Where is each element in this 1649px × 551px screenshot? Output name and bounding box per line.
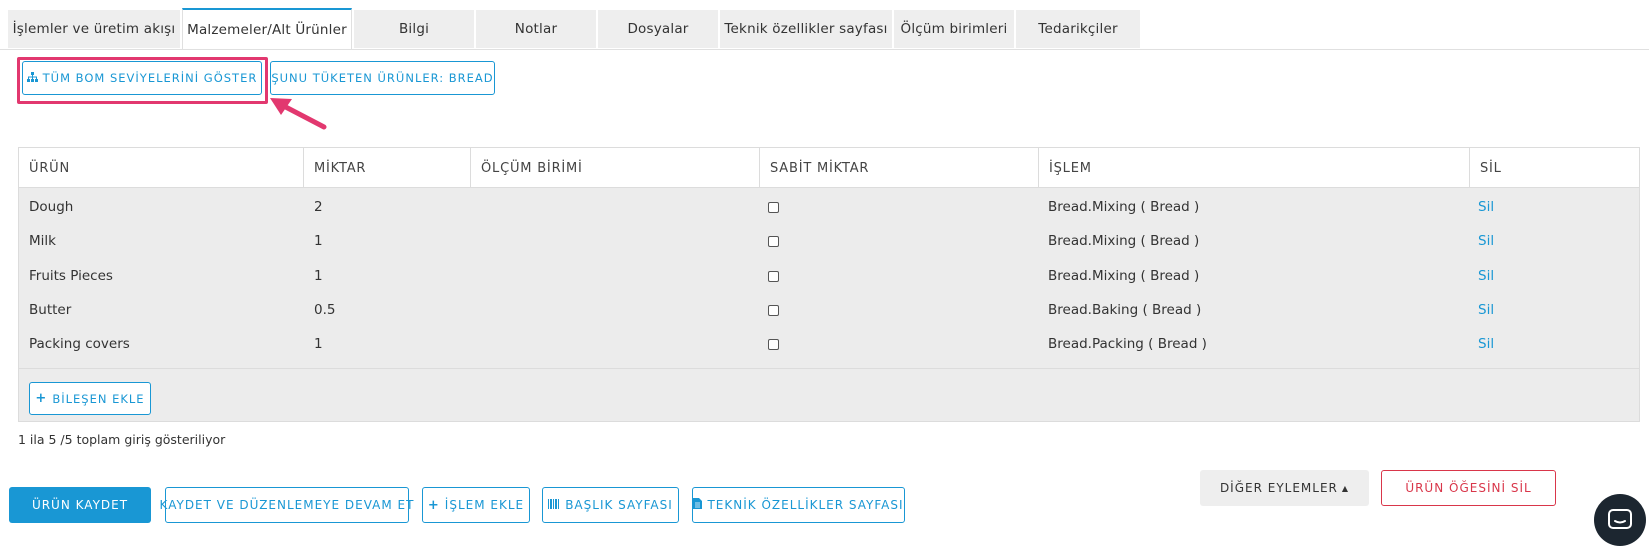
sitemap-icon: [26, 71, 38, 85]
cell-unit: [471, 258, 481, 294]
fixed-quantity-checkbox[interactable]: [768, 201, 779, 213]
table-row: Milk 1 Bread.Mixing ( Bread ) Sil: [19, 223, 1639, 259]
fixed-quantity-checkbox[interactable]: [768, 235, 779, 247]
cell-product: Fruits Pieces: [29, 268, 113, 284]
tech-specs-page-button[interactable]: TEKNİK ÖZELLİKLER SAYFASI: [692, 487, 905, 523]
file-icon: [693, 498, 703, 512]
cell-operation: Bread.Mixing ( Bread ): [1048, 268, 1200, 284]
cell-unit: [471, 292, 481, 328]
cell-quantity: 1: [314, 336, 323, 352]
tab-materials[interactable]: Malzemeler/Alt Ürünler: [182, 8, 352, 49]
plus-icon: +: [427, 497, 440, 513]
cell-operation: Bread.Packing ( Bread ): [1048, 336, 1207, 352]
delete-link[interactable]: Sil: [1468, 223, 1494, 259]
cell-product: Dough: [29, 199, 74, 215]
cell-product: Butter: [29, 302, 72, 318]
cell-quantity: 1: [314, 268, 323, 284]
tab-info[interactable]: Bilgi: [354, 10, 474, 48]
tab-files[interactable]: Dosyalar: [598, 10, 718, 48]
column-header-delete: SİL: [1480, 160, 1502, 176]
cell-quantity: 1: [314, 233, 323, 249]
save-product-label: ÜRÜN KAYDET: [31, 498, 129, 512]
tab-notes[interactable]: Notlar: [476, 10, 596, 48]
column-header-product: ÜRÜN: [19, 148, 304, 188]
consuming-products-label: ŞUNU TÜKETEN ÜRÜNLER: BREAD: [271, 71, 494, 85]
delete-product-item-button[interactable]: ÜRÜN ÖĞESİNİ SİL: [1381, 470, 1556, 506]
delete-link[interactable]: Sil: [1468, 292, 1494, 328]
fixed-quantity-checkbox[interactable]: [768, 304, 779, 316]
save-continue-label: KAYDET VE DÜZENLEMEYE DEVAM ET: [159, 498, 415, 512]
tab-units[interactable]: Ölçüm birimleri: [894, 10, 1014, 48]
caret-up-icon: ▲: [1341, 483, 1350, 493]
column-header-quantity: MİKTAR: [304, 148, 471, 188]
other-actions-label: DİĞER EYLEMLER: [1219, 481, 1338, 495]
save-continue-button[interactable]: KAYDET VE DÜZENLEMEYE DEVAM ET: [160, 487, 413, 523]
cell-unit: [471, 189, 481, 225]
table-row: Fruits Pieces 1 Bread.Mixing ( Bread ) S…: [19, 258, 1639, 294]
table-row: Dough 2 Bread.Mixing ( Bread ) Sil: [19, 189, 1639, 225]
table-header: ÜRÜN MİKTAR ÖLÇÜM BİRİMİ SABİT MİKTAR İŞ…: [19, 148, 1639, 188]
consuming-products-button[interactable]: ŞUNU TÜKETEN ÜRÜNLER: BREAD: [270, 61, 495, 95]
cell-unit: [471, 223, 481, 259]
header-page-button[interactable]: BAŞLIK SAYFASI: [542, 487, 679, 523]
delete-link[interactable]: Sil: [1468, 326, 1494, 362]
plus-icon: +: [35, 391, 48, 406]
add-operation-button[interactable]: + İŞLEM EKLE: [422, 487, 530, 523]
column-header-fixed-quantity: SABİT MİKTAR: [760, 148, 1039, 188]
add-operation-label: İŞLEM EKLE: [444, 498, 525, 512]
tech-specs-page-label: TEKNİK ÖZELLİKLER SAYFASI: [707, 498, 904, 512]
save-product-button[interactable]: ÜRÜN KAYDET: [9, 487, 151, 523]
add-component-label: BİLEŞEN EKLE: [52, 391, 145, 406]
delete-product-item-label: ÜRÜN ÖĞESİNİ SİL: [1405, 481, 1532, 495]
add-component-button[interactable]: + BİLEŞEN EKLE: [29, 382, 151, 415]
cell-product: Milk: [29, 233, 56, 249]
header-page-label: BAŞLIK SAYFASI: [565, 498, 673, 512]
delete-link[interactable]: Sil: [1468, 189, 1494, 225]
bom-table: ÜRÜN MİKTAR ÖLÇÜM BİRİMİ SABİT MİKTAR İŞ…: [18, 147, 1640, 422]
pagination-info: 1 ila 5 /5 toplam giriş gösteriliyor: [18, 432, 226, 447]
column-header-unit: ÖLÇÜM BİRİMİ: [471, 148, 760, 188]
column-header-operation: İŞLEM: [1039, 148, 1470, 188]
table-divider: [19, 368, 1639, 369]
barcode-icon: [548, 498, 560, 512]
show-all-bom-levels-button[interactable]: TÜM BOM SEVİYELERİNİ GÖSTER: [22, 61, 262, 95]
fixed-quantity-checkbox[interactable]: [768, 338, 779, 350]
tab-operations[interactable]: İşlemler ve üretim akışı: [8, 10, 180, 48]
tab-suppliers[interactable]: Tedarikçiler: [1016, 10, 1140, 48]
pointer-arrow-icon: [270, 98, 327, 130]
cell-unit: [471, 326, 481, 362]
tab-tech-specs[interactable]: Teknik özellikler sayfası: [720, 10, 892, 48]
delete-link[interactable]: Sil: [1468, 258, 1494, 294]
table-row: Butter 0.5 Bread.Baking ( Bread ) Sil: [19, 292, 1639, 328]
cell-operation: Bread.Baking ( Bread ): [1048, 302, 1202, 318]
other-actions-dropdown[interactable]: DİĞER EYLEMLER ▲: [1200, 470, 1369, 506]
table-row: Packing covers 1 Bread.Packing ( Bread )…: [19, 326, 1639, 362]
show-all-bom-levels-label: TÜM BOM SEVİYELERİNİ GÖSTER: [42, 71, 258, 85]
cell-product: Packing covers: [29, 336, 130, 352]
chat-icon: [1608, 509, 1632, 529]
cell-quantity: 2: [314, 199, 323, 215]
cell-operation: Bread.Mixing ( Bread ): [1048, 233, 1200, 249]
chat-launcher-button[interactable]: [1594, 494, 1646, 546]
fixed-quantity-checkbox[interactable]: [768, 270, 779, 282]
cell-quantity: 0.5: [314, 302, 336, 318]
tab-bar: İşlemler ve üretim akışı Malzemeler/Alt …: [0, 0, 1649, 50]
cell-operation: Bread.Mixing ( Bread ): [1048, 199, 1200, 215]
